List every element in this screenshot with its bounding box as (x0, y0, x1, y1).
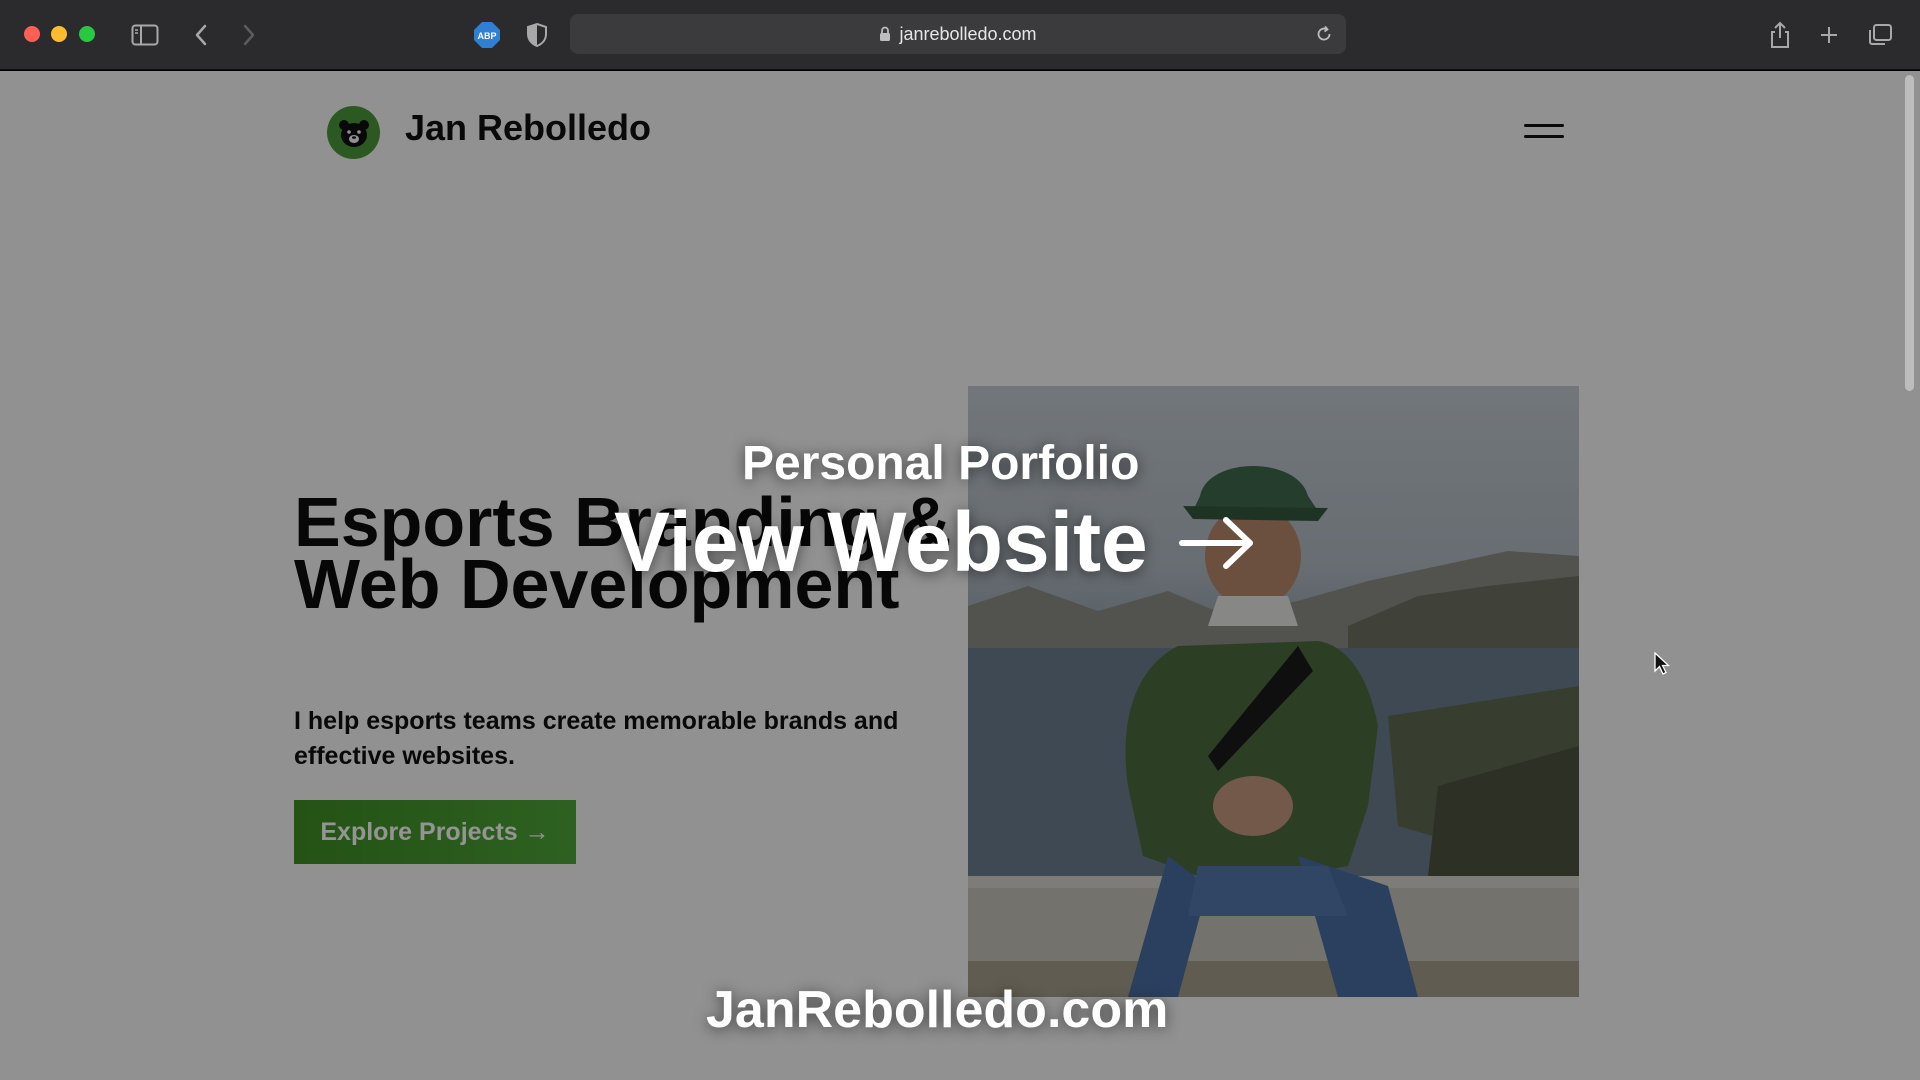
bear-logo-icon[interactable] (327, 106, 380, 159)
view-website-label: View Website (614, 495, 1148, 589)
browser-toolbar: ABP janrebolledo.com (0, 0, 1920, 70)
site-name[interactable]: Jan Rebolledo (405, 107, 651, 149)
lock-icon (879, 26, 891, 42)
scrollbar-thumb[interactable] (1905, 75, 1914, 391)
shield-icon[interactable] (520, 18, 554, 52)
minimize-window-button[interactable] (51, 26, 67, 42)
close-window-button[interactable] (24, 26, 40, 42)
view-website-link[interactable]: View Website (614, 494, 1256, 591)
arrow-right-icon (1178, 516, 1253, 569)
explore-projects-button[interactable]: Explore Projects → (294, 800, 576, 864)
overlay-kicker: Personal Porfolio (742, 437, 1140, 490)
url-text: janrebolledo.com (899, 23, 1037, 44)
tabs-overview-icon[interactable] (1863, 18, 1897, 52)
mouse-cursor-icon (1654, 652, 1670, 675)
reload-icon[interactable] (1312, 22, 1336, 46)
zoom-window-button[interactable] (79, 26, 95, 42)
hamburger-menu-icon[interactable] (1524, 121, 1564, 145)
overlay-url: JanRebolledo.com (706, 981, 1169, 1039)
hero-subtitle: I help esports teams create memorable br… (294, 707, 899, 770)
address-bar[interactable]: janrebolledo.com (570, 14, 1346, 54)
share-icon[interactable] (1763, 18, 1797, 52)
sidebar-icon[interactable] (128, 18, 162, 52)
chevron-left-icon[interactable] (184, 18, 218, 52)
abp-label: ABP (477, 31, 496, 41)
plus-icon[interactable] (1812, 18, 1846, 52)
chevron-right-icon[interactable] (232, 18, 266, 52)
abp-icon[interactable]: ABP (470, 18, 504, 52)
